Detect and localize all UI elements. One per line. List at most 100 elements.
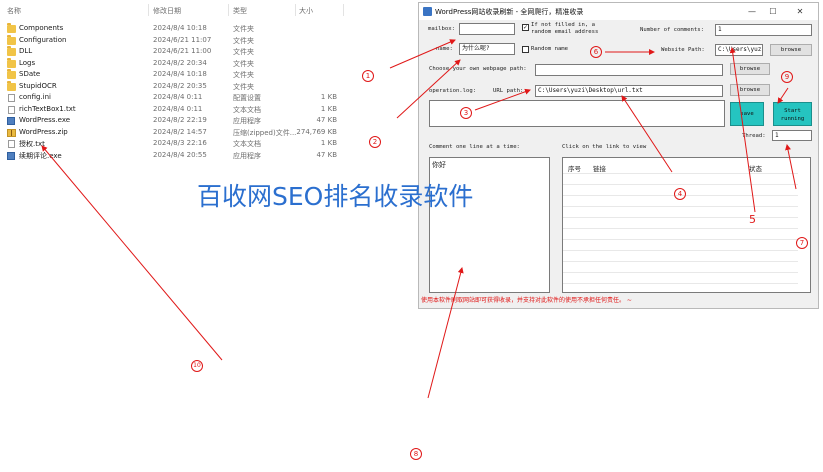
file-date: 2024/8/4 0:11: [153, 93, 203, 101]
thread-value: 1: [775, 132, 779, 139]
annotation-marker-3: 3: [460, 107, 472, 119]
file-size: 47 KB: [316, 116, 337, 124]
file-row[interactable]: Components 2024/8/4 10:18 文件夹: [0, 23, 345, 36]
annotation-marker-5: 5: [749, 213, 756, 226]
title-bar[interactable]: WordPress网站收录刷新 - 全网爬行，精准收录 — ☐ ✕: [419, 3, 818, 20]
file-date: 2024/8/2 20:35: [153, 81, 207, 90]
file-name: 续期评论.exe: [19, 151, 62, 160]
webpage-path-input[interactable]: [535, 64, 723, 76]
arrow-10: [41, 145, 223, 361]
file-type: 文件夹: [233, 82, 254, 91]
app-window: WordPress网站收录刷新 - 全网爬行，精准收录 — ☐ ✕ mailbo…: [418, 2, 819, 309]
folder-icon: [7, 57, 16, 68]
file-row[interactable]: Configuration 2024/6/21 11:07 文件夹: [0, 34, 345, 48]
annotation-marker-1: 1: [362, 70, 374, 82]
file-date: 2024/8/4 0:11: [153, 104, 203, 113]
column-header-date[interactable]: 修改日期: [153, 6, 181, 18]
column-separator[interactable]: [343, 4, 344, 16]
grid-row-line: [563, 261, 798, 262]
name-input[interactable]: 为什么呢?: [459, 43, 515, 55]
link-grid[interactable]: 序号 链接 状态: [562, 157, 811, 293]
url-path-label: URL path:: [493, 88, 524, 94]
annotation-marker-2: 2: [369, 136, 381, 148]
window-title: WordPress网站收录刷新 - 全网爬行，精准收录: [435, 8, 584, 16]
file-size: 1 KB: [320, 104, 337, 113]
url-path-browse-button[interactable]: browse: [730, 84, 770, 96]
settings-file-icon: [8, 94, 15, 102]
file-size: 274,769 KB: [296, 127, 337, 136]
zip-archive-icon: [7, 128, 16, 137]
column-separator[interactable]: [295, 4, 296, 16]
file-name: 授权.txt: [19, 140, 45, 148]
file-row[interactable]: StupidOCR 2024/8/2 20:35 文件夹: [0, 80, 345, 94]
save-button[interactable]: save: [730, 102, 764, 126]
start-label-line1: Start: [784, 108, 801, 114]
file-row[interactable]: config.ini 2024/8/4 0:11 配置设置 1 KB: [0, 93, 345, 105]
file-type: 文本文档: [233, 140, 261, 148]
file-type: 文本文档: [233, 105, 261, 114]
file-date: 2024/8/4 20:55: [153, 150, 207, 159]
grid-row-line: [563, 239, 798, 240]
close-button[interactable]: ✕: [793, 6, 807, 17]
annotation-marker-7: 7: [796, 237, 808, 249]
folder-icon: [7, 46, 16, 56]
app-icon: [423, 7, 432, 16]
minimize-button[interactable]: —: [745, 6, 759, 17]
file-row[interactable]: SDate 2024/8/4 10:18 文件夹: [0, 69, 345, 82]
file-row[interactable]: WordPress.zip 2024/8/2 14:57 压缩(zipped)文…: [0, 128, 345, 140]
application-icon: [7, 117, 15, 125]
webpage-path-browse-button[interactable]: browse: [730, 63, 770, 75]
file-name: Configuration: [19, 35, 67, 44]
mailbox-input[interactable]: [459, 23, 515, 35]
grid-header-index[interactable]: 序号: [568, 163, 581, 173]
file-name: DLL: [19, 47, 33, 55]
random-email-label-line2: random email address: [531, 29, 599, 35]
url-path-input[interactable]: C:\Users\yuzi\Desktop\url.txt: [535, 85, 723, 97]
thread-spinner[interactable]: 1: [772, 130, 812, 141]
column-separator[interactable]: [228, 4, 229, 16]
website-path-input[interactable]: C:\Users\yuzi: [715, 44, 763, 56]
grid-header-status[interactable]: 状态: [749, 163, 762, 173]
column-separator[interactable]: [148, 4, 149, 16]
grid-row-line: [563, 272, 798, 273]
file-row[interactable]: richTextBox1.txt 2024/8/4 0:11 文本文档 1 KB: [0, 105, 345, 117]
column-header-name[interactable]: 名称: [7, 6, 21, 18]
random-name-label: Random name: [531, 46, 569, 52]
mailbox-label: mailbox:: [428, 26, 455, 32]
file-row[interactable]: WordPress.exe 2024/8/2 22:19 应用程序 47 KB: [0, 116, 345, 128]
file-row[interactable]: Logs 2024/8/2 20:34 文件夹: [0, 57, 345, 71]
start-running-button[interactable]: Start running: [773, 102, 812, 126]
file-size: 1 KB: [320, 139, 337, 147]
comment-panel-label: Comment one line at a time:: [429, 144, 520, 150]
maximize-button[interactable]: ☐: [766, 6, 780, 17]
file-row[interactable]: DLL 2024/6/21 11:00 文件夹: [0, 46, 345, 59]
grid-header-link[interactable]: 链接: [593, 163, 606, 173]
comment-text: 你好: [432, 161, 446, 169]
name-label: name:: [436, 46, 453, 52]
file-date: 2024/6/21 11:00: [153, 47, 212, 55]
file-name: WordPress.exe: [19, 116, 71, 124]
file-name: SDate: [19, 70, 41, 78]
random-email-checkbox[interactable]: ✓: [522, 24, 529, 31]
comments-count-input[interactable]: 1: [715, 24, 812, 36]
website-path-label: Website Path:: [661, 47, 705, 53]
folder-icon: [7, 34, 16, 45]
file-size: 1 KB: [320, 93, 337, 101]
file-date: 2024/6/21 11:07: [153, 35, 212, 44]
file-row[interactable]: 授权.txt 2024/8/3 22:16 文本文档 1 KB: [0, 139, 345, 151]
random-name-checkbox[interactable]: [522, 46, 529, 53]
grid-row-line: [563, 184, 798, 185]
grid-row-line: [563, 173, 798, 174]
website-path-browse-button[interactable]: browse: [770, 44, 812, 56]
grid-row-line: [563, 206, 798, 207]
file-type: 文件夹: [233, 36, 254, 45]
file-date: 2024/8/4 10:18: [153, 24, 207, 32]
file-row[interactable]: 续期评论.exe 2024/8/4 20:55 应用程序 47 KB: [0, 151, 345, 163]
grid-row-line: [563, 228, 798, 229]
file-type: 配置设置: [233, 94, 261, 102]
column-header-type[interactable]: 类型: [233, 6, 247, 18]
thread-label: Thread:: [742, 133, 766, 139]
column-header-size[interactable]: 大小: [299, 6, 313, 18]
operation-log-box[interactable]: [429, 100, 725, 127]
file-name: WordPress.zip: [19, 127, 68, 136]
